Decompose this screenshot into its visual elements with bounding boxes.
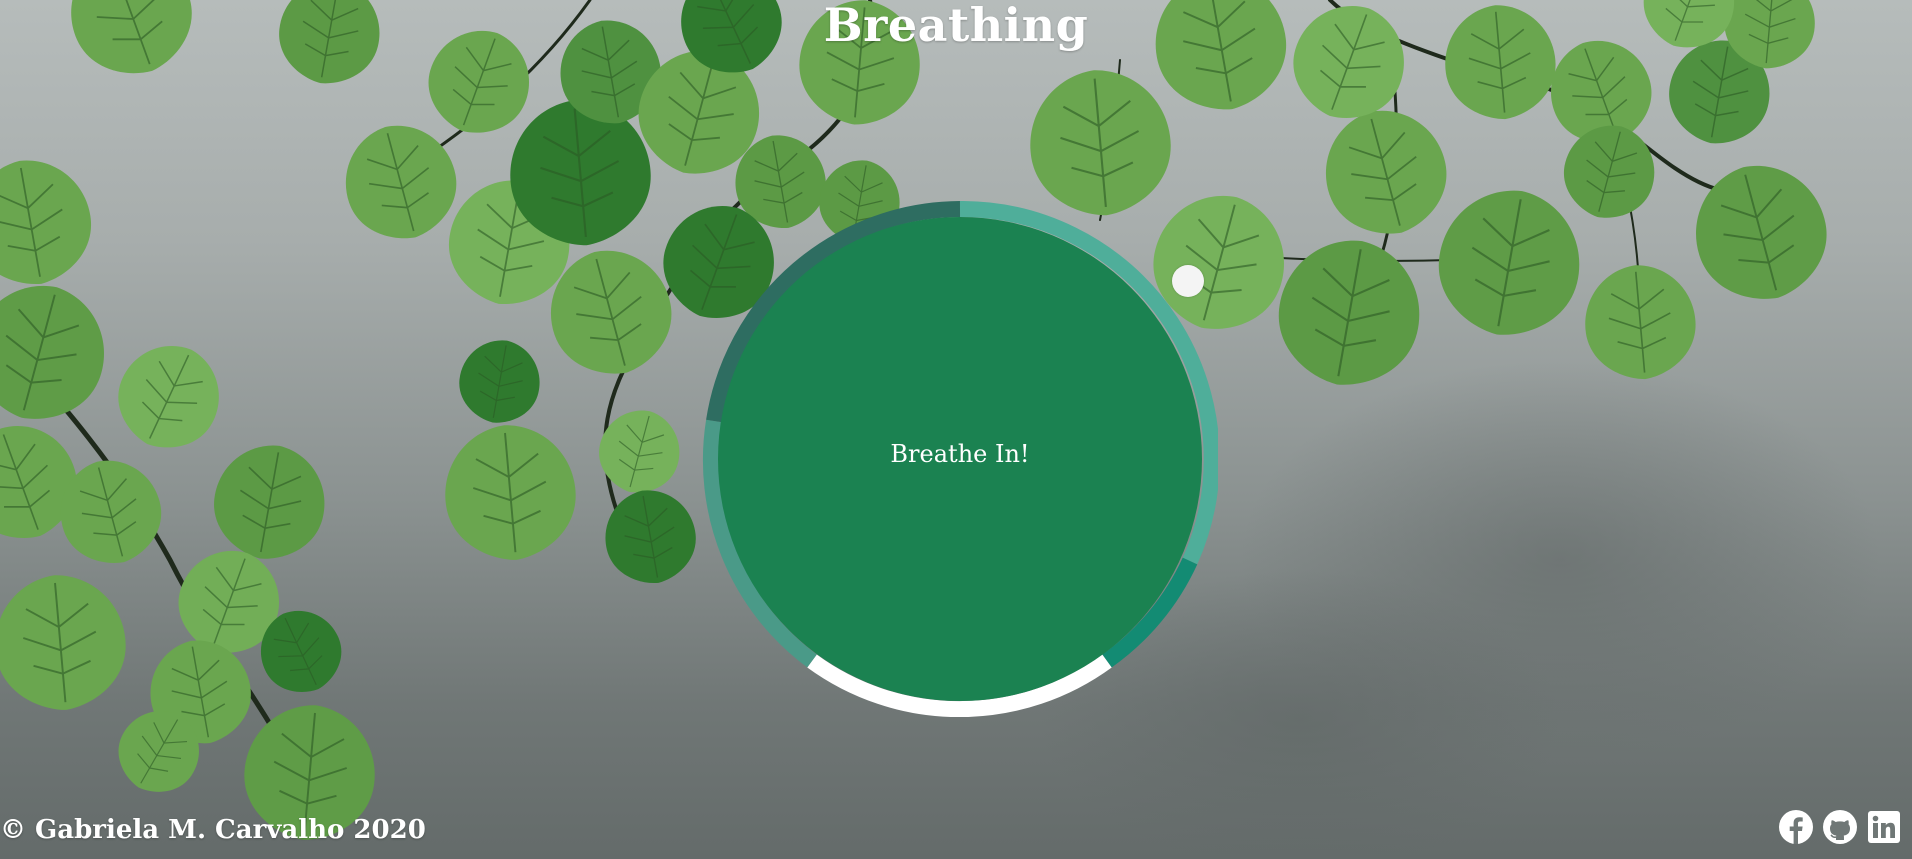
facebook-icon — [1779, 810, 1813, 844]
facebook-link[interactable] — [1778, 809, 1814, 845]
github-link[interactable] — [1822, 809, 1858, 845]
footer-copyright: © Gabriela M. Carvalho 2020 — [0, 815, 426, 845]
breath-instruction: Breathe In! — [890, 440, 1030, 468]
social-links — [1778, 809, 1902, 845]
linkedin-icon — [1868, 811, 1900, 843]
page-title: Breathing — [823, 0, 1089, 52]
github-icon — [1823, 810, 1857, 844]
breath-pointer — [1172, 265, 1204, 297]
linkedin-link[interactable] — [1866, 809, 1902, 845]
